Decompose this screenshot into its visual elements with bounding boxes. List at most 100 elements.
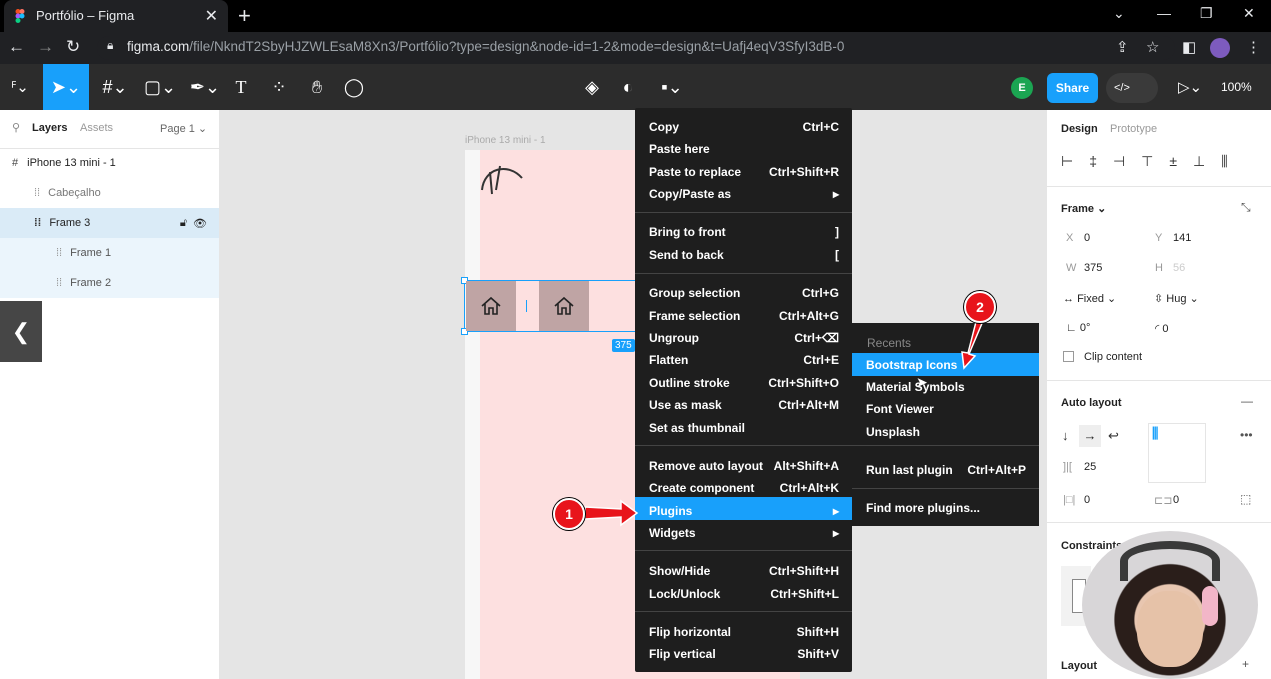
- zoom-level[interactable]: 100%: [1221, 80, 1252, 94]
- menu-item-paste-here[interactable]: Paste here: [649, 139, 839, 159]
- menu-item-ungroup[interactable]: Ungroup Ctrl+⌫: [649, 328, 839, 348]
- share-button[interactable]: Share: [1047, 73, 1098, 103]
- hand-tool-icon[interactable]: ✋︎: [302, 64, 332, 110]
- minimize-icon[interactable]: —: [1157, 5, 1171, 21]
- y-field[interactable]: 141: [1173, 232, 1191, 244]
- page-selector[interactable]: Page 1 ⌄: [160, 122, 207, 135]
- mask-icon[interactable]: ◐: [614, 64, 642, 110]
- width-mode[interactable]: ↔ Fixed ⌄: [1063, 292, 1116, 305]
- shape-tool-icon[interactable]: ▢⌄: [140, 64, 180, 110]
- back-icon[interactable]: ←: [8, 37, 25, 57]
- frame-tool-icon[interactable]: #⌄: [95, 64, 135, 110]
- tab-layers[interactable]: Layers: [32, 122, 67, 134]
- boolean-icon[interactable]: ▪⌄: [652, 64, 692, 110]
- height-mode[interactable]: ⇳ Hug ⌄: [1154, 292, 1199, 305]
- wrap-icon[interactable]: ↩: [1108, 428, 1119, 444]
- plugin-item-find-more-plugins[interactable]: Find more plugins...: [866, 498, 1026, 518]
- profile-avatar[interactable]: [1210, 38, 1230, 58]
- tab-design[interactable]: Design: [1061, 123, 1098, 135]
- lock-open-icon[interactable]: 🔓︎: [180, 217, 187, 230]
- rotation-field[interactable]: ∟ 0°: [1066, 322, 1090, 334]
- frame-title[interactable]: iPhone 13 mini - 1: [465, 135, 546, 146]
- dev-mode-toggle[interactable]: </>: [1106, 73, 1158, 103]
- add-grid-icon[interactable]: +: [1242, 657, 1249, 671]
- menu-item-bring-to-front[interactable]: Bring to front]: [649, 222, 839, 242]
- menu-item-paste-to-replace[interactable]: Paste to replace Ctrl+Shift+R: [649, 162, 839, 182]
- layer-iphone[interactable]: # iPhone 13 mini - 1: [0, 148, 219, 178]
- w-field[interactable]: 375: [1084, 262, 1102, 274]
- plugin-item-bootstrap-icons[interactable]: Bootstrap Icons: [866, 355, 1026, 375]
- spacing-field[interactable]: 25: [1084, 461, 1096, 473]
- menu-item-group-selection[interactable]: Group selection Ctrl+G: [649, 283, 839, 303]
- menu-item-plugins[interactable]: Plugins ▸: [649, 501, 839, 521]
- menu-item-lock-unlock[interactable]: Lock/Unlock Ctrl+Shift+L: [649, 584, 839, 604]
- reload-icon[interactable]: ↻: [66, 37, 80, 57]
- menu-item-flip-vertical[interactable]: Flip vertical Shift+V: [649, 644, 839, 664]
- x-field[interactable]: 0: [1084, 232, 1090, 244]
- main-menu-icon[interactable]: ꟳ⌄: [0, 64, 40, 110]
- restore-icon[interactable]: ❐: [1200, 5, 1213, 22]
- new-tab-icon[interactable]: +: [238, 3, 251, 29]
- menu-item-use-as-mask[interactable]: Use as mask Ctrl+Alt+M: [649, 395, 839, 415]
- menu-item-set-as-thumbnail[interactable]: Set as thumbnail: [649, 418, 839, 438]
- more-options-icon[interactable]: •••: [1240, 428, 1253, 442]
- sidepanel-icon[interactable]: ◧: [1182, 38, 1196, 56]
- layer-frame3[interactable]: ⁞⁞ Frame 3 🔓︎ 👁︎: [0, 208, 219, 238]
- menu-item-send-to-back[interactable]: Send to back [: [649, 245, 839, 265]
- radius-field[interactable]: ◜ 0: [1155, 322, 1168, 335]
- plugin-item-font-viewer[interactable]: Font Viewer: [866, 399, 1026, 419]
- lock-icon[interactable]: 🔒︎: [107, 38, 113, 53]
- direction-right-icon[interactable]: →: [1079, 425, 1101, 447]
- pen-tool-icon[interactable]: ✒⌄: [185, 64, 225, 110]
- plugin-item-run-last-plugin[interactable]: Run last plugin Ctrl+Alt+P: [866, 460, 1026, 480]
- layer-cabecalho[interactable]: ⁞⁞ Cabeçalho: [0, 178, 219, 208]
- menu-item-outline-stroke[interactable]: Outline stroke Ctrl+Shift+O: [649, 373, 839, 393]
- browser-tab[interactable]: Portfólio – Figma ✕: [4, 0, 228, 32]
- menu-item-copy[interactable]: Copy Ctrl+C: [649, 117, 839, 137]
- remove-auto-layout-icon[interactable]: —: [1241, 394, 1253, 408]
- tab-search-icon[interactable]: ⌄: [1113, 5, 1125, 22]
- individual-padding-icon[interactable]: ⬚: [1240, 492, 1251, 506]
- menu-item-flatten[interactable]: Flatten Ctrl+E: [649, 350, 839, 370]
- menu-item-create-component[interactable]: Create component Ctrl+Alt+K: [649, 478, 839, 498]
- move-tool-icon[interactable]: ➤⌄: [43, 64, 89, 110]
- layer-frame2[interactable]: ⁞⁞ Frame 2: [0, 268, 219, 298]
- menu-item-remove-auto-layout[interactable]: Remove auto layout Alt+Shift+A: [649, 456, 839, 476]
- comment-tool-icon[interactable]: ◯: [340, 64, 368, 110]
- tab-prototype[interactable]: Prototype: [1110, 123, 1157, 135]
- menu-item-copy-paste-as[interactable]: Copy/Paste as ▸: [649, 184, 839, 204]
- component-icon[interactable]: ◈: [578, 64, 606, 110]
- tab-assets[interactable]: Assets: [80, 122, 113, 134]
- align-toolbar[interactable]: ⊢‡⊣⊤±⊥⫼: [1061, 153, 1244, 170]
- menu-item-show-hide[interactable]: Show/Hide Ctrl+Shift+H: [649, 561, 839, 581]
- menu-item-widgets[interactable]: Widgets ▸: [649, 523, 839, 543]
- user-avatar[interactable]: E: [1011, 77, 1033, 99]
- prev-arrow-icon[interactable]: ❮: [0, 301, 42, 362]
- present-icon[interactable]: ▷⌄: [1172, 64, 1208, 110]
- menu-item-frame-selection[interactable]: Frame selection Ctrl+Alt+G: [649, 306, 839, 326]
- h-field[interactable]: 56: [1173, 262, 1185, 274]
- forward-icon[interactable]: →: [37, 37, 54, 57]
- share-page-icon[interactable]: ⇪: [1116, 38, 1129, 56]
- plugin-item-material-symbols[interactable]: Material Symbols: [866, 377, 1026, 397]
- search-icon[interactable]: ⚲: [12, 121, 20, 134]
- menu-item-flip-horizontal[interactable]: Flip horizontal Shift+H: [649, 622, 839, 642]
- frame-section[interactable]: Frame ⌄: [1061, 202, 1106, 215]
- direction-down-icon[interactable]: ↓: [1062, 428, 1069, 443]
- layer-frame1[interactable]: ⁞⁞ Frame 1: [0, 238, 219, 268]
- padding-h-field[interactable]: 0: [1084, 494, 1090, 506]
- padding-v-field[interactable]: 0: [1173, 494, 1179, 506]
- plugin-item-unsplash[interactable]: Unsplash: [866, 422, 1026, 442]
- window-close-icon[interactable]: ✕: [1243, 5, 1255, 22]
- frame1-box[interactable]: [466, 281, 516, 331]
- bookmark-star-icon[interactable]: ☆: [1146, 38, 1159, 56]
- close-tab-icon[interactable]: ✕: [205, 6, 218, 26]
- text-tool-icon[interactable]: T: [228, 64, 254, 110]
- url-text[interactable]: figma.com/file/NkndT2SbyHJZWLEsaM8Xn3/Po…: [127, 39, 844, 54]
- resize-to-fit-icon[interactable]: ⤡: [1241, 200, 1251, 215]
- clip-content-checkbox[interactable]: [1063, 351, 1074, 362]
- resources-icon[interactable]: ⁘: [264, 64, 294, 110]
- browser-menu-icon[interactable]: ⋮: [1246, 38, 1261, 56]
- eye-icon[interactable]: 👁︎: [193, 217, 207, 230]
- frame2-box[interactable]: [539, 281, 589, 331]
